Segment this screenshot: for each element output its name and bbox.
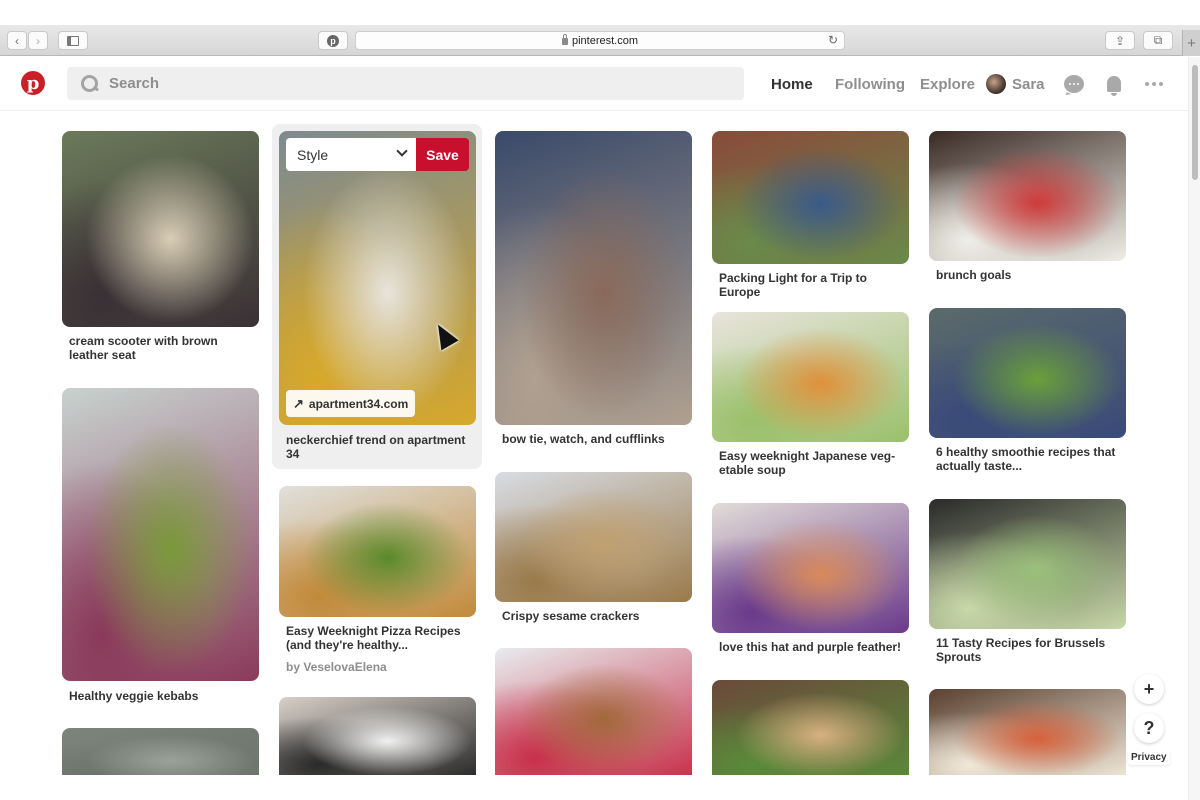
back-button[interactable]: ‹ [7,31,27,50]
save-button[interactable]: Save [416,138,469,171]
pin-title: neckerchief trend on apartment 34 [286,433,466,461]
pin-card[interactable] [495,648,692,775]
pin-title: Healthy veggie kebabs [69,689,199,703]
nav-following[interactable]: Following [835,57,905,111]
pin-card[interactable]: love this hat and purple feather! [712,503,909,654]
privacy-link[interactable]: Privacy [1128,750,1170,765]
nav-profile[interactable]: Sara [986,57,1045,111]
scrollbar-thumb[interactable] [1192,65,1198,180]
pin-image[interactable] [929,689,1126,775]
question-icon: ? [1143,717,1155,738]
pin-card[interactable]: Crispy sesame crackers [495,472,692,623]
pin-image[interactable] [495,648,692,775]
pin-image[interactable] [929,499,1126,629]
pin-image[interactable] [712,680,909,775]
screen-top-margin [0,0,1200,25]
notifications-button[interactable] [1107,57,1121,111]
pin-image[interactable] [929,308,1126,438]
search-icon [81,74,99,93]
pin-card[interactable]: cream scooter with brown leather seat [62,131,259,362]
pin-title: love this hat and purple feather! [719,640,902,654]
sidebar-icon [67,35,79,46]
pin-card[interactable] [62,728,259,775]
url-text: pinterest.com [571,34,639,47]
pin-grid: cream scooter with brown leather seat He… [0,111,1188,775]
pin-card[interactable]: bow tie, watch, and cufflinks [495,131,692,446]
pin-card[interactable]: Easy weeknight Japanese veg-etable soup [712,312,909,477]
more-button[interactable] [1145,57,1163,111]
chat-icon [1064,75,1084,93]
mouse-cursor-icon [429,319,459,351]
sidebar-toggle-button[interactable] [58,31,88,50]
pin-image[interactable]: Style Save ↗ apartment34.com [279,131,476,425]
pin-image[interactable] [62,388,259,681]
pin-title: brunch goals [936,268,1012,282]
forward-button[interactable]: › [28,31,48,50]
pin-image[interactable] [712,312,909,442]
more-icon [1145,82,1163,86]
pin-card[interactable]: brunch goals [929,131,1126,282]
pin-image[interactable] [495,472,692,602]
pin-image[interactable] [495,131,692,425]
source-link[interactable]: ↗ apartment34.com [286,390,416,417]
search-input[interactable] [109,75,709,92]
user-name: Sara [1012,75,1045,93]
pin-card[interactable]: 11 Tasty Recipes for Brussels Sprouts [929,499,1126,664]
bell-icon [1107,76,1121,96]
chevron-right-icon: › [36,33,40,48]
pin-card[interactable] [712,680,909,775]
search-bar[interactable] [67,67,744,100]
plus-icon: + [1187,34,1196,52]
nav-home[interactable]: Home [771,57,813,111]
pin-card[interactable]: Easy Weeknight Pizza Recipes (and they'r… [279,486,476,674]
arrow-up-right-icon: ↗ [293,395,304,411]
pin-image[interactable] [712,131,909,264]
site-icon-button[interactable]: p [318,31,348,50]
pin-title: cream scooter with brown leather seat [69,334,218,362]
pin-title: Packing Light for a Trip to Europe [719,271,868,299]
plus-icon: + [1143,678,1155,699]
pin-card-hovered[interactable]: Style Save ↗ apartment34.com neckerchief… [279,131,476,461]
pin-title: Crispy sesame crackers [502,609,640,623]
pin-title: 6 healthy smoothie recipes that actually… [936,445,1116,473]
pin-title: Easy weeknight Japanese veg-etable soup [719,449,896,477]
pin-title: bow tie, watch, and cufflinks [502,432,665,446]
pinterest-icon: p [327,34,339,47]
pin-card[interactable]: Packing Light for a Trip to Europe [712,131,909,299]
pin-title: Easy Weeknight Pizza Recipes (and they'r… [286,624,461,652]
help-button[interactable]: ? [1134,713,1164,743]
avatar [986,74,1006,94]
tabs-button[interactable]: ⧉ [1143,31,1173,50]
page-scrollbar[interactable] [1188,57,1200,800]
pin-image[interactable] [712,503,909,633]
board-select[interactable]: Style [286,138,416,171]
pin-title: 11 Tasty Recipes for Brussels Sprouts [936,636,1106,664]
messages-button[interactable] [1064,57,1084,111]
pin-image[interactable] [62,728,259,775]
pin-card[interactable]: 6 healthy smoothie recipes that actually… [929,308,1126,473]
pin-attribution[interactable]: by VeselovaElena [279,660,476,674]
lock-icon [561,34,568,45]
address-bar[interactable]: pinterest.com ↻ [355,31,845,50]
pin-card[interactable] [279,697,476,775]
pinterest-logo[interactable]: p [21,71,45,95]
nav-explore[interactable]: Explore [920,57,975,111]
new-tab-button[interactable]: + [1182,30,1200,56]
share-button[interactable]: ⇪ [1105,31,1135,50]
tabs-icon: ⧉ [1153,33,1163,47]
pin-image[interactable] [279,697,476,775]
share-icon: ⇪ [1114,33,1126,48]
chevron-down-icon [396,145,408,157]
pin-image[interactable] [929,131,1126,261]
pinterest-header: p Home Following Explore Sara [0,57,1188,111]
pin-card[interactable]: Healthy veggie kebabs [62,388,259,703]
pin-card[interactable] [929,689,1126,775]
screen-bottom-margin [0,775,1188,800]
pin-image[interactable] [62,131,259,327]
add-pin-button[interactable]: + [1134,674,1164,704]
pin-image[interactable] [279,486,476,617]
reload-icon[interactable]: ↻ [828,33,838,47]
chevron-left-icon: ‹ [15,33,19,48]
browser-toolbar: ‹ › p pinterest.com ↻ ⇪ ⧉ [0,25,1200,56]
